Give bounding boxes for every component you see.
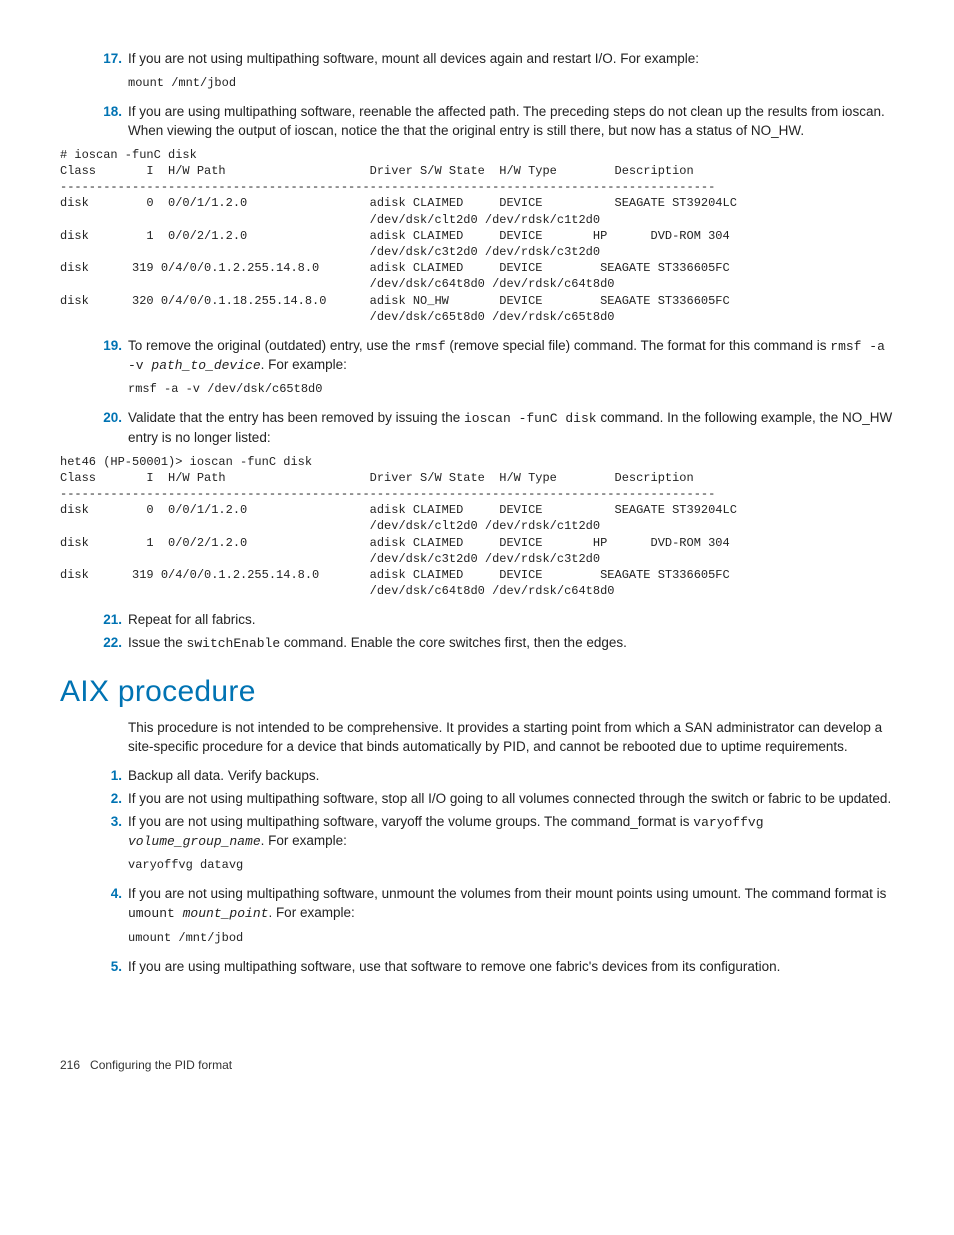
step-text: If you are using multipathing software, … [128,958,894,977]
step-number: 1. [60,767,128,786]
step-17: 17. If you are not using multipathing so… [60,50,894,69]
text-fragment: To remove the original (outdated) entry,… [128,338,414,353]
code-block-varyoffvg: varyoffvg datavg [128,857,894,873]
step-number: 21. [60,611,128,630]
inline-code: varyoffvg [693,815,763,830]
step-text: If you are using multipathing software, … [128,103,894,141]
text-fragment: command. Enable the core switches first,… [280,635,627,650]
footer-title: Configuring the PID format [90,1058,232,1072]
inline-code: ioscan -funC disk [464,411,597,426]
page-footer: 216 Configuring the PID format [60,1057,894,1074]
aix-step-4: 4. If you are not using multipathing sof… [60,885,894,923]
code-block-mount: mount /mnt/jbod [128,75,894,91]
text-fragment: If you are not using multipathing softwa… [128,814,693,829]
aix-step-2: 2. If you are not using multipathing sof… [60,790,894,809]
step-number: 20. [60,409,128,447]
inline-code: switchEnable [187,636,281,651]
inline-code: umount [128,906,183,921]
step-number: 3. [60,813,128,851]
text-fragment: If you are not using multipathing softwa… [128,886,886,901]
step-19: 19. To remove the original (outdated) en… [60,337,894,375]
ioscan-output-2: het46 (HP-50001)> ioscan -funC disk Clas… [60,454,894,600]
step-text: If you are not using multipathing softwa… [128,50,894,69]
step-21: 21. Repeat for all fabrics. [60,611,894,630]
text-fragment: . For example: [268,905,354,920]
step-number: 19. [60,337,128,375]
code-block-rmsf: rmsf -a -v /dev/dsk/c65t8d0 [128,381,894,397]
inline-code-italic: volume_group_name [128,834,261,849]
aix-step-1: 1. Backup all data. Verify backups. [60,767,894,786]
text-fragment: . For example: [261,833,347,848]
step-text: Issue the switchEnable command. Enable t… [128,634,894,653]
text-fragment: . For example: [261,357,347,372]
inline-code-italic: mount_point [183,906,269,921]
step-18: 18. If you are using multipathing softwa… [60,103,894,141]
inline-code-italic: path_to_device [151,358,260,373]
step-text: If you are not using multipathing softwa… [128,813,894,851]
aix-step-3: 3. If you are not using multipathing sof… [60,813,894,851]
step-text: Backup all data. Verify backups. [128,767,894,786]
inline-code: rmsf [414,339,445,354]
step-text: Validate that the entry has been removed… [128,409,894,447]
step-text: If you are not using multipathing softwa… [128,885,894,923]
step-number: 4. [60,885,128,923]
ioscan-output-1: # ioscan -funC disk Class I H/W Path Dri… [60,147,894,325]
step-text: To remove the original (outdated) entry,… [128,337,894,375]
text-fragment: Validate that the entry has been removed… [128,410,464,425]
aix-step-5: 5. If you are using multipathing softwar… [60,958,894,977]
page-number: 216 [60,1058,80,1072]
code-block-umount: umount /mnt/jbod [128,930,894,946]
text-fragment: Issue the [128,635,187,650]
text-fragment: (remove special file) command. The forma… [446,338,831,353]
step-22: 22. Issue the switchEnable command. Enab… [60,634,894,653]
step-number: 5. [60,958,128,977]
step-number: 18. [60,103,128,141]
section-heading-aix: AIX procedure [60,671,894,713]
step-text: If you are not using multipathing softwa… [128,790,894,809]
step-number: 2. [60,790,128,809]
step-number: 22. [60,634,128,653]
step-text: Repeat for all fabrics. [128,611,894,630]
step-number: 17. [60,50,128,69]
step-20: 20. Validate that the entry has been rem… [60,409,894,447]
section-intro-paragraph: This procedure is not intended to be com… [128,719,894,757]
